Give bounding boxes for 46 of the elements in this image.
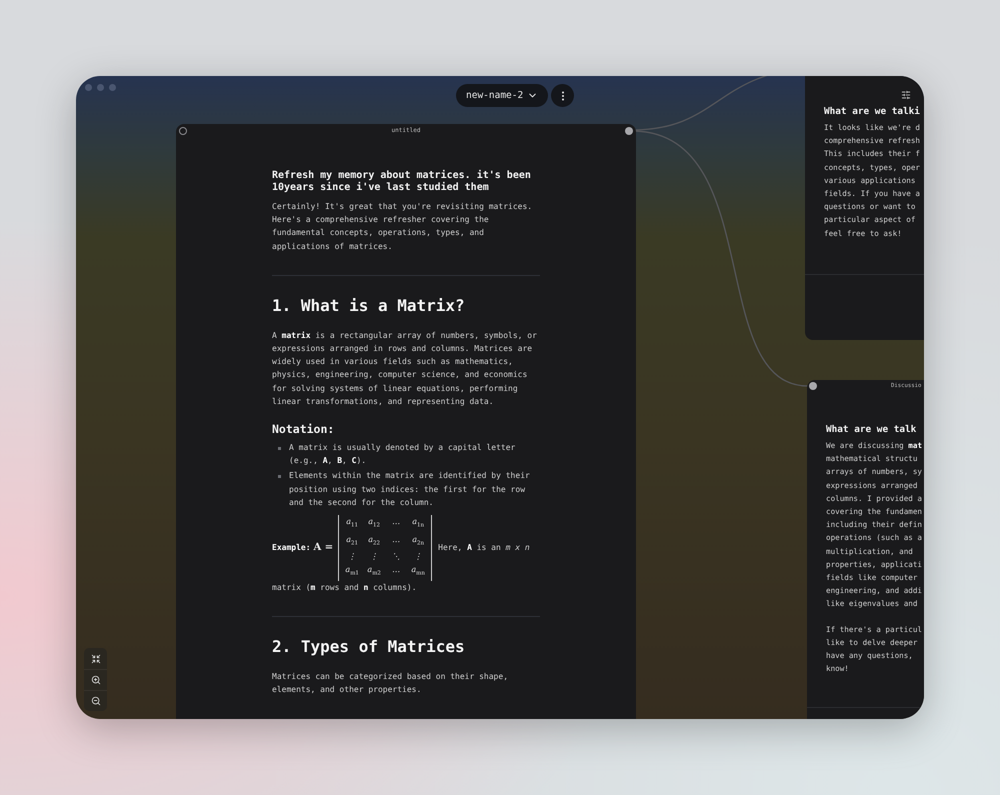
sliders-icon[interactable]	[901, 90, 911, 100]
bullet-icon	[278, 475, 281, 478]
window-dot[interactable]	[85, 84, 92, 91]
matrix-entry: a$_{m1}$	[344, 564, 360, 579]
section-heading: 1. What is a Matrix?	[272, 296, 466, 315]
prompt-text: Refresh my memory about matrices. it's been 10years since i've last studied them	[272, 170, 532, 194]
paragraph: Matrices can be categorized based on their shape, elements, and other properties.	[272, 671, 510, 696]
matrix-entry: a$_{1n}$	[411, 516, 426, 531]
matrix-entry: …	[391, 564, 402, 576]
bullet-icon	[278, 447, 281, 450]
output-port[interactable]	[625, 127, 633, 135]
matrix-entry: a$_{12}$	[367, 516, 382, 531]
matrix-entry: ⋱	[391, 551, 402, 562]
matrix-entry: a$_{2n}$	[411, 534, 426, 548]
matrix-entry: a$_{11}$	[345, 516, 360, 531]
node-title: What are we talk	[826, 424, 918, 435]
zoom-out-icon	[90, 696, 100, 706]
matrix-entry: a$_{22}$	[367, 534, 382, 548]
matrix-entry: …	[391, 534, 402, 546]
example-label: Example:	[272, 542, 311, 554]
matrix-entry: a$_{mn}$	[410, 564, 426, 579]
input-port[interactable]	[179, 127, 187, 135]
matrix-entry: a$_{m2}$	[366, 564, 382, 579]
subheading: Notation:	[272, 422, 336, 436]
matrix-entry: a$_{21}$	[345, 534, 360, 548]
paragraph: A matrix is a rectangular array of numbers, symbols, or expressions arranged in rows and columns. Matrices are widely used in various fields such as mathematics, physics, engineering, computer science, and economics for solving systems of linear equations, performing linear transformations, and representing data.	[272, 330, 538, 408]
window-dot[interactable]	[109, 84, 116, 91]
node-title: What are we talki	[824, 106, 921, 117]
input-port[interactable]	[809, 382, 817, 390]
example-text: matrix (m rows and n columns).	[272, 582, 418, 594]
list-item-text: A matrix is usually denoted by a capital letter (e.g., A, B, C).	[289, 442, 516, 468]
chat-node[interactable]	[176, 124, 636, 719]
paragraph: Certainly! It's great that you're revisiting matrices. Here's a comprehensive refresher covering the fundamental concepts, operations, types, and applications of matrices.	[272, 201, 534, 253]
section-heading: 2. Types of Matrices	[272, 637, 466, 656]
matrix-entry: ⋮	[369, 551, 380, 562]
example-text: Here, A is an m x n	[438, 542, 530, 554]
shrink-icon	[90, 654, 100, 664]
matrix-entry: ⋮	[413, 551, 424, 562]
more-options-button[interactable]	[551, 84, 574, 107]
zoom-in-icon	[90, 675, 100, 685]
matrix-entry: …	[391, 516, 402, 528]
list-item-text: Elements within the matrix are identified by their position using two indices: the first for the row and the second for the column.	[289, 470, 531, 509]
window-dot[interactable]	[97, 84, 104, 91]
project-dropdown[interactable]: new-name-2	[456, 84, 548, 107]
matrix-symbol: A =	[314, 541, 334, 555]
matrix-entry: ⋮	[347, 551, 358, 562]
